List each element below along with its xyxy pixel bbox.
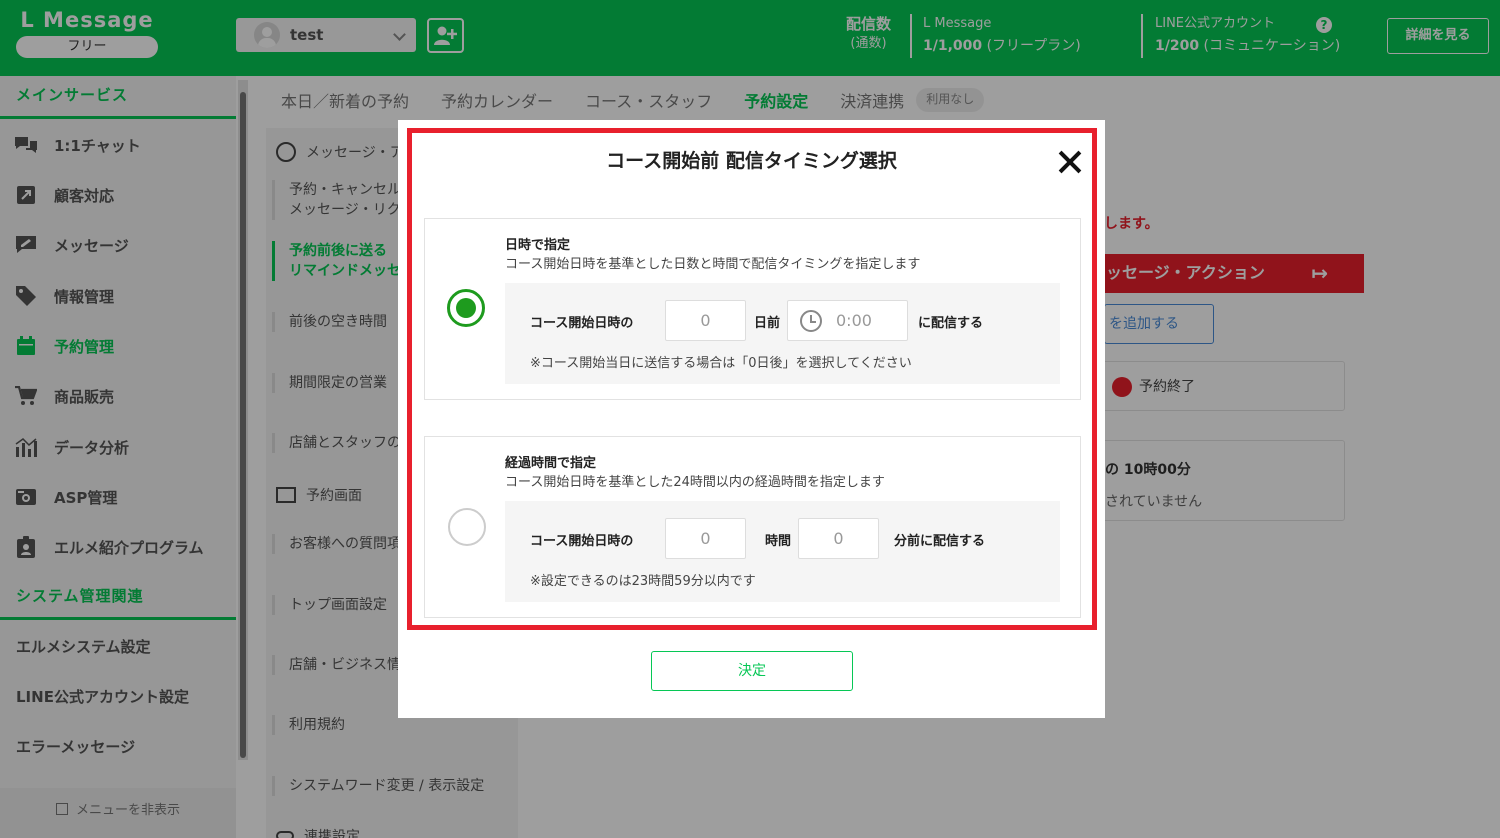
course-start-label: コース開始日時の [530, 316, 634, 331]
option-datetime-description: コース開始日時を基準とした日数と時間で配信タイミングを指定します [505, 257, 921, 272]
time-value: 0:00 [836, 311, 872, 330]
close-icon[interactable] [1056, 148, 1084, 176]
hours-input[interactable]: 0 [665, 518, 746, 559]
option-datetime-title: 日時で指定 [505, 238, 571, 253]
clock-icon [800, 310, 822, 332]
option-elapsed-description: コース開始日時を基準とした24時間以内の経過時間を指定します [505, 475, 885, 490]
deliver-label: に配信する [918, 316, 984, 331]
dialog-title: コース開始前 配信タイミング選択 [606, 150, 897, 172]
option-elapsed-radio[interactable] [448, 508, 486, 546]
option-elapsed-note: ※設定できるのは23時間59分以内です [530, 574, 756, 589]
time-picker-input[interactable]: 0:00 [787, 300, 908, 341]
minutes-deliver-label: 分前に配信する [894, 534, 986, 549]
option-elapsed-title: 経過時間で指定 [505, 456, 597, 471]
course-start-label: コース開始日時の [530, 534, 634, 549]
days-before-label: 日前 [754, 316, 781, 331]
minutes-input[interactable]: 0 [798, 518, 879, 559]
option-datetime-radio[interactable] [447, 289, 485, 327]
confirm-button[interactable]: 決定 [651, 651, 853, 691]
hours-label: 時間 [765, 534, 792, 549]
option-datetime-note: ※コース開始当日に送信する場合は「0日後」を選択してください [530, 356, 912, 371]
days-before-input[interactable]: 0 [665, 300, 746, 341]
